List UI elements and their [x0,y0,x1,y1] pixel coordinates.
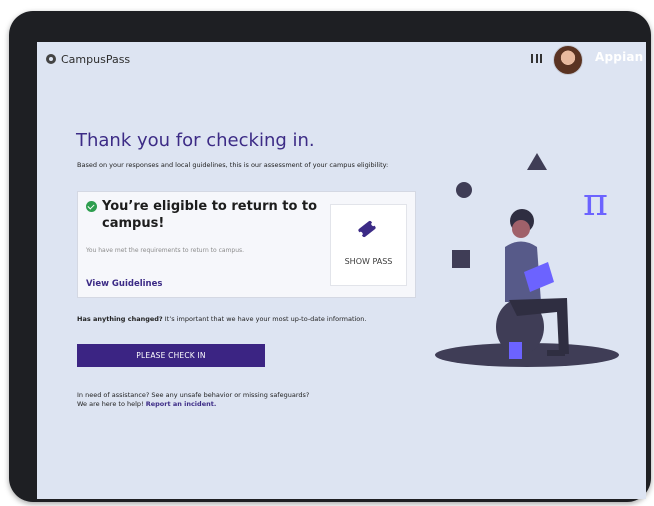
triangle-shape [527,153,547,170]
purple-block [509,342,522,359]
show-pass-label: SHOW PASS [344,257,393,266]
illustration: π [417,152,637,372]
ticket-icon [357,220,377,238]
person-shoe [547,350,565,356]
report-incident-link[interactable]: Report an incident. [146,400,217,408]
check-circle-icon [86,201,97,212]
grid-icon[interactable] [531,54,542,63]
top-bar: CampusPass Appian [37,42,646,76]
campuspass-logo-icon [46,54,56,64]
view-guidelines-link[interactable]: View Guidelines [86,279,162,289]
app-name: CampusPass [61,52,131,66]
square-shape [452,250,470,268]
help-text: In need of assistance? See any unsafe be… [77,391,397,409]
help-line-1: In need of assistance? See any unsafe be… [77,391,310,399]
assessment-text: Based on your responses and local guidel… [77,161,389,169]
check-in-button[interactable]: PLEASE CHECK IN [77,344,265,367]
appian-logo: Appian [595,50,644,64]
status-description: You have met the requirements to return … [86,247,245,254]
pi-symbol: π [583,180,608,224]
status-row: You’re eligible to return to to campus! [86,198,324,232]
person-head [512,220,530,238]
app-screen: CampusPass Appian Thank you for checking… [37,42,646,499]
show-pass-button[interactable]: SHOW PASS [330,204,407,286]
eligibility-card: You’re eligible to return to to campus! … [77,191,416,298]
circle-shape [456,182,472,198]
status-heading: You’re eligible to return to to campus! [102,199,318,231]
app-brand[interactable]: CampusPass [46,51,130,67]
help-line-2-text: We are here to help! [77,400,146,408]
changed-text: It’s important that we have your most up… [162,315,367,323]
page-title: Thank you for checking in. [76,130,315,151]
help-line-2: We are here to help! Report an incident. [77,400,397,409]
changed-question: Has anything changed? [77,315,163,323]
changed-prompt: Has anything changed? It’s important tha… [77,315,397,324]
avatar[interactable] [553,45,583,75]
tablet-frame: CampusPass Appian Thank you for checking… [9,11,651,502]
